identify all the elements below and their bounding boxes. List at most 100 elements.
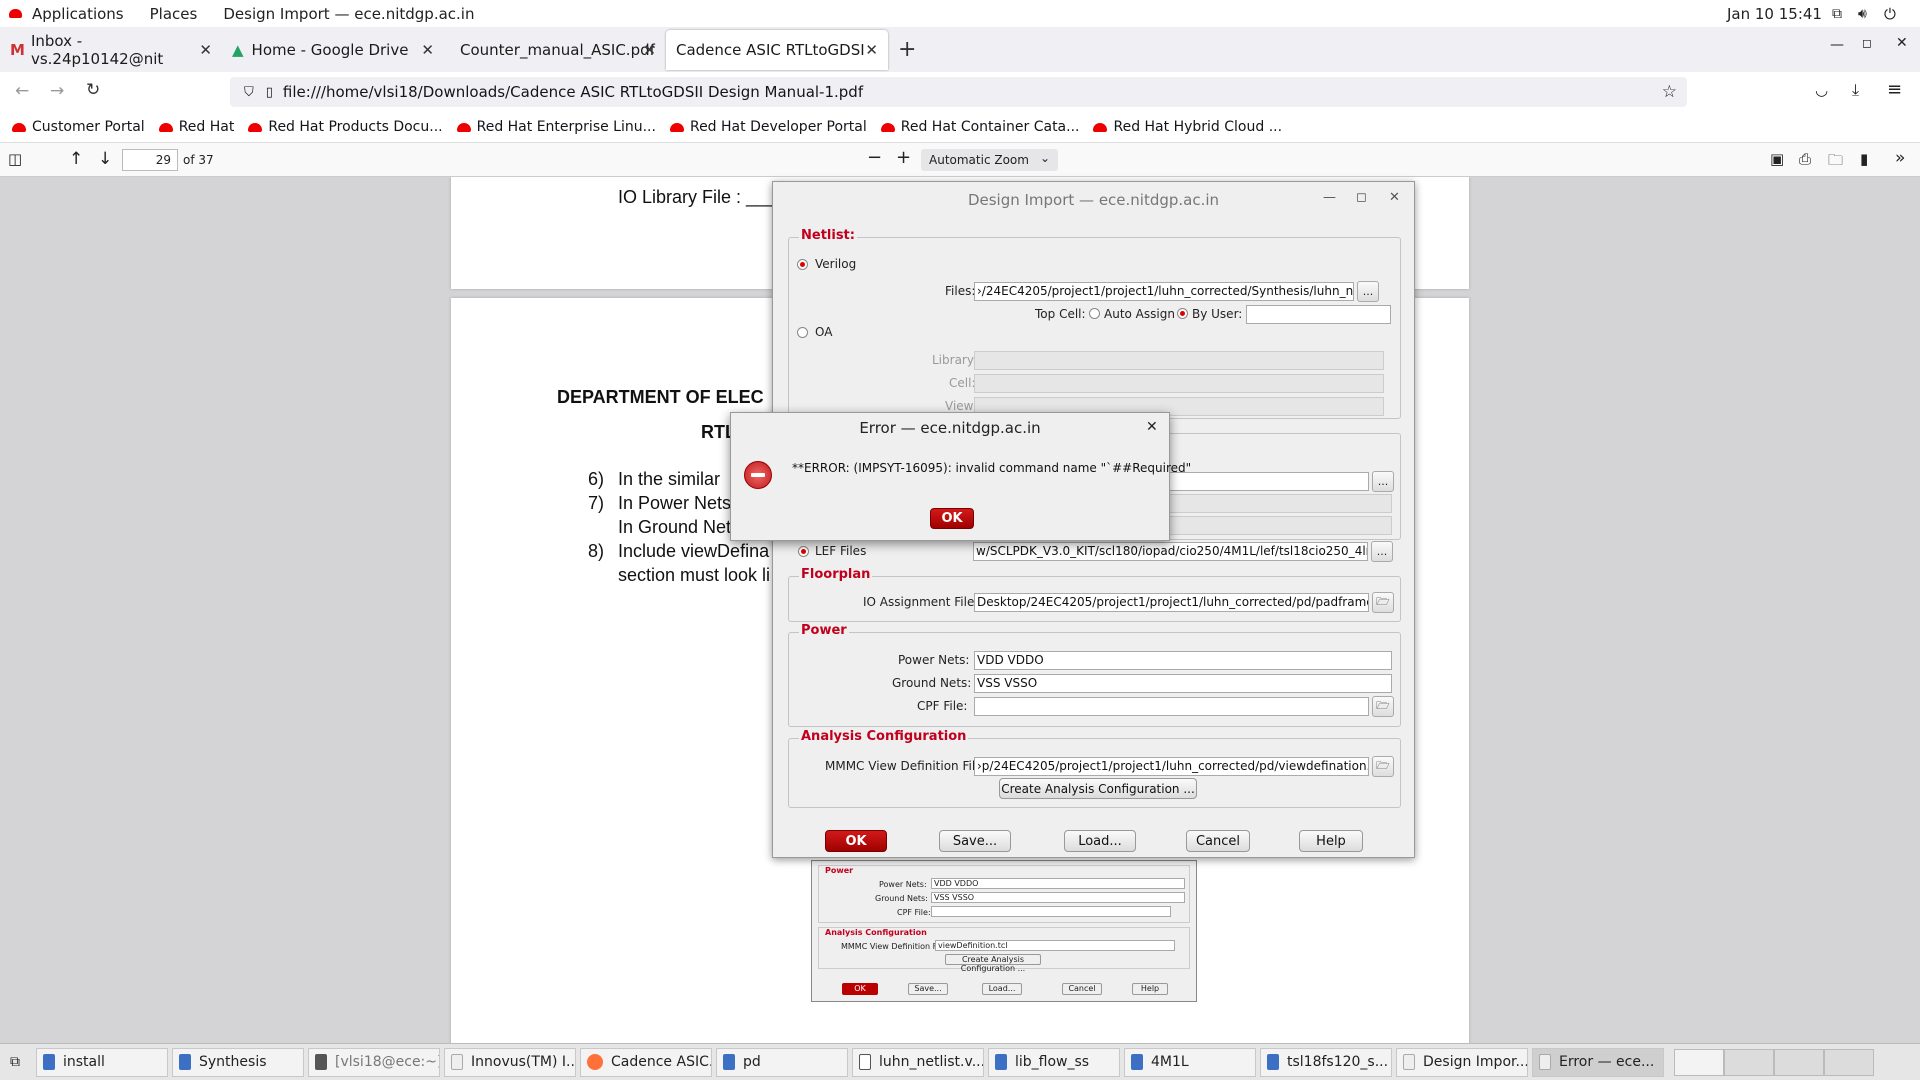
bookmark-star-icon[interactable]: ☆: [1662, 82, 1677, 102]
taskbar-item-tsl18fs120[interactable]: tsl18fs120_s...: [1260, 1047, 1392, 1077]
previous-page-icon[interactable]: ↑: [69, 149, 83, 169]
maximize-icon[interactable]: ◻: [1356, 190, 1367, 205]
io-browse-folder-icon[interactable]: 🗁: [1372, 592, 1394, 613]
io-assignment-field[interactable]: Desktop/24EC4205/project1/project1/luhn_…: [974, 593, 1369, 612]
url-text[interactable]: file:///home/vlsi18/Downloads/Cadence AS…: [283, 83, 863, 101]
close-tab-icon[interactable]: ✕: [421, 41, 434, 59]
taskbar-item-luhn-netlist[interactable]: luhn_netlist.v...: [852, 1047, 984, 1077]
taskbar-item-install[interactable]: install: [36, 1047, 168, 1077]
taskbar-label: Design Impor...: [1423, 1054, 1528, 1070]
bookmark-enterprise-linux[interactable]: Red Hat Enterprise Linu...: [456, 119, 656, 135]
lef-files-radio[interactable]: [798, 546, 809, 557]
cpf-browse-folder-icon[interactable]: 🗁: [1372, 696, 1394, 717]
tools-icon[interactable]: »: [1895, 148, 1905, 168]
menu-icon[interactable]: ≡: [1887, 79, 1902, 100]
presentation-mode-icon[interactable]: ▣: [1770, 150, 1784, 168]
close-tab-icon[interactable]: ✕: [643, 41, 656, 59]
auto-assign-radio[interactable]: [1089, 308, 1100, 319]
cancel-button[interactable]: Cancel: [1186, 830, 1250, 852]
places-menu[interactable]: Places: [150, 5, 198, 23]
taskbar-item-lib-flow[interactable]: lib_flow_ss: [988, 1047, 1120, 1077]
tab-inbox[interactable]: M Inbox - vs.24p10142@nit ✕: [0, 27, 222, 72]
bookmark-hybrid-cloud[interactable]: Red Hat Hybrid Cloud ...: [1093, 119, 1282, 135]
new-tab-button[interactable]: +: [888, 27, 926, 72]
show-desktop-icon[interactable]: ⧉: [10, 1054, 32, 1070]
bookmark-customer-portal[interactable]: Customer Portal: [12, 119, 145, 135]
power-icon[interactable]: ⏻: [1884, 5, 1896, 23]
mmmc-field[interactable]: ›p/24EC4205/project1/project1/luhn_corre…: [974, 757, 1369, 776]
taskbar-item-innovus[interactable]: Innovus(TM) I...: [444, 1047, 576, 1077]
ground-nets-field[interactable]: VSS VSSO: [974, 674, 1392, 693]
redhat-icon: [880, 122, 895, 132]
volume-icon[interactable]: 🔊︎: [1858, 6, 1867, 22]
taskbar-item-4m1l[interactable]: 4M1L: [1124, 1047, 1256, 1077]
mmmc-browse-folder-icon[interactable]: 🗁: [1372, 756, 1394, 777]
downloads-icon[interactable]: ⤓: [1852, 80, 1859, 100]
clock[interactable]: Jan 10 15:41: [1727, 5, 1822, 23]
next-page-icon[interactable]: ↓: [98, 149, 112, 169]
tab-cadence-manual[interactable]: Cadence ASIC RTLtoGDSII De ✕: [666, 30, 888, 70]
save-icon[interactable]: 🗀: [1828, 150, 1843, 175]
bookmark-developer-portal[interactable]: Red Hat Developer Portal: [669, 119, 867, 135]
zoom-out-icon[interactable]: −: [867, 147, 882, 168]
taskbar-item-firefox[interactable]: Cadence ASIC...: [580, 1047, 712, 1077]
tab-google-drive[interactable]: ▲ Home - Google Drive ✕: [222, 27, 444, 72]
bookmark-icon[interactable]: ▮: [1860, 150, 1868, 168]
library-select[interactable]: [974, 351, 1384, 370]
tech-browse-button[interactable]: ...: [1372, 471, 1394, 492]
by-user-radio[interactable]: [1177, 308, 1188, 319]
ok-button[interactable]: OK: [825, 830, 887, 852]
taskbar-item-design-import[interactable]: Design Impor...: [1396, 1047, 1528, 1077]
pocket-icon[interactable]: ◡: [1815, 81, 1828, 99]
taskbar-item-error[interactable]: Error — ece...: [1532, 1047, 1664, 1077]
maximize-window-icon[interactable]: ◻: [1862, 36, 1872, 50]
close-window-icon[interactable]: ✕: [1896, 35, 1908, 51]
close-icon[interactable]: ✕: [1389, 190, 1400, 205]
bookmark-red-hat[interactable]: Red Hat: [158, 119, 234, 135]
reload-icon[interactable]: ↻: [86, 80, 100, 100]
zoom-select[interactable]: Automatic Zoom ⌄: [921, 149, 1058, 171]
save-button[interactable]: Save...: [939, 830, 1011, 852]
close-tab-icon[interactable]: ✕: [199, 41, 212, 59]
bookmark-container-catalog[interactable]: Red Hat Container Cata...: [880, 119, 1079, 135]
error-titlebar[interactable]: Error — ece.nitdgp.ac.in ✕: [731, 413, 1169, 443]
taskbar-item-terminal[interactable]: [vlsi18@ece:~]: [308, 1047, 440, 1077]
address-bar[interactable]: ⛉ ▯ file:///home/vlsi18/Downloads/Cadenc…: [230, 77, 1687, 107]
lef-browse-button[interactable]: ...: [1371, 541, 1393, 562]
back-arrow-icon[interactable]: ←: [15, 81, 29, 101]
dialog-titlebar[interactable]: Design Import — ece.nitdgp.ac.in — ◻ ✕: [773, 182, 1414, 217]
forward-arrow-icon[interactable]: →: [50, 81, 64, 101]
applications-menu[interactable]: Applications: [32, 5, 124, 23]
netlist-files-field[interactable]: ›/24EC4205/project1/project1/luhn_correc…: [974, 282, 1354, 301]
taskbar-item-pd[interactable]: pd: [716, 1047, 848, 1077]
zoom-in-icon[interactable]: +: [896, 147, 911, 168]
workspace-switcher[interactable]: [1674, 1048, 1874, 1076]
workspace-1[interactable]: [1674, 1048, 1724, 1076]
oa-radio[interactable]: [797, 327, 808, 338]
workspace-3[interactable]: [1774, 1048, 1824, 1076]
cpf-file-field[interactable]: [974, 697, 1369, 716]
bookmark-products-docu[interactable]: Red Hat Products Docu...: [248, 119, 443, 135]
minimize-window-icon[interactable]: —: [1830, 37, 1844, 53]
taskbar-item-synthesis[interactable]: Synthesis: [172, 1047, 304, 1077]
help-button[interactable]: Help: [1299, 830, 1363, 852]
error-ok-button[interactable]: OK: [930, 508, 974, 529]
network-icon[interactable]: ⧉: [1832, 6, 1842, 22]
page-number-input[interactable]: 29: [122, 149, 178, 171]
tab-counter-manual[interactable]: Counter_manual_ASIC.pdf ✕: [444, 27, 666, 72]
create-analysis-config-button[interactable]: Create Analysis Configuration ...: [999, 778, 1197, 799]
close-tab-icon[interactable]: ✕: [865, 41, 878, 59]
minimize-icon[interactable]: —: [1323, 190, 1336, 205]
sidebar-toggle-icon[interactable]: ◫: [8, 150, 22, 168]
cell-select[interactable]: [974, 374, 1384, 393]
verilog-radio[interactable]: [797, 259, 808, 270]
workspace-2[interactable]: [1724, 1048, 1774, 1076]
workspace-4[interactable]: [1824, 1048, 1874, 1076]
lef-files-field[interactable]: w/SCLPDK_V3.0_KIT/scl180/iopad/cio250/4M…: [973, 542, 1368, 561]
load-button[interactable]: Load...: [1064, 830, 1136, 852]
power-nets-field[interactable]: VDD VDDO: [974, 651, 1392, 670]
close-icon[interactable]: ✕: [1146, 419, 1158, 435]
top-cell-field[interactable]: [1246, 305, 1391, 324]
netlist-browse-button[interactable]: ...: [1357, 281, 1379, 302]
print-icon[interactable]: ⎙: [1799, 150, 1811, 168]
